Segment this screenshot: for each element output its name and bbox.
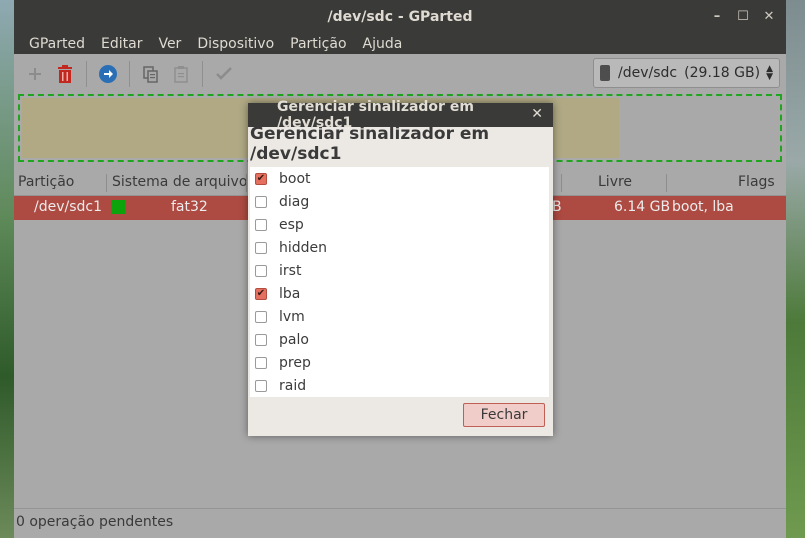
flag-item-esp[interactable]: esp <box>250 213 549 236</box>
dialog-title: Gerenciar sinalizador em /dev/sdc1 <box>277 99 474 131</box>
flag-item-prep[interactable]: prep <box>250 351 549 374</box>
cell-free: 6.14 GB <box>614 199 671 215</box>
flag-item-hidden[interactable]: hidden <box>250 236 549 259</box>
menu-dispositivo[interactable]: Dispositivo <box>189 36 282 52</box>
flag-item-boot[interactable]: ✔ boot <box>250 167 549 190</box>
cell-flags: boot, lba <box>672 199 734 215</box>
column-separator <box>561 174 562 192</box>
window-title: /dev/sdc - GParted <box>327 8 473 25</box>
flag-checkbox-boot[interactable]: ✔ <box>255 172 267 185</box>
cell-partition: /dev/sdc1 <box>34 199 103 215</box>
toolbar-separator <box>202 61 203 87</box>
flag-checkbox-raid[interactable] <box>255 379 267 392</box>
cell-used-tail: B <box>552 199 562 215</box>
flag-item-lvm[interactable]: lvm <box>250 305 549 328</box>
dialog-footer: Fechar <box>248 397 553 436</box>
flag-label: lba <box>279 285 301 302</box>
flag-label: boot <box>279 170 311 187</box>
column-separator <box>666 174 667 192</box>
menu-ver[interactable]: Ver <box>150 36 189 52</box>
flag-checkbox-prep[interactable] <box>255 356 267 369</box>
flag-checkbox-hidden[interactable] <box>255 241 267 254</box>
flag-item-raid[interactable]: raid <box>250 374 549 397</box>
flag-checkbox-lvm[interactable] <box>255 310 267 323</box>
flag-checkbox-lba[interactable]: ✔ <box>255 287 267 300</box>
column-header-filesystem[interactable]: Sistema de arquivos <box>112 174 255 190</box>
flag-label: prep <box>279 354 311 371</box>
flag-label: raid <box>279 377 307 394</box>
flag-checkbox-irst[interactable] <box>255 264 267 277</box>
menu-editar[interactable]: Editar <box>93 36 150 52</box>
column-separator <box>246 174 247 192</box>
flag-label: irst <box>279 262 302 279</box>
menu-particao[interactable]: Partição <box>282 36 354 52</box>
desktop-background-left <box>0 0 14 538</box>
minimize-icon[interactable]: – <box>710 9 724 24</box>
flag-item-diag[interactable]: diag <box>250 190 549 213</box>
flag-item-palo[interactable]: palo <box>250 328 549 351</box>
copy-icon <box>143 66 158 83</box>
menubar: GParted Editar Ver Dispositivo Partição … <box>14 33 786 54</box>
dialog-close-icon[interactable]: ✕ <box>531 106 543 122</box>
flag-label: diag <box>279 193 310 210</box>
toolbar: /dev/sdc (29.18 GB) ▲ ▼ <box>14 54 786 94</box>
apply-icon <box>216 67 232 80</box>
menu-ajuda[interactable]: Ajuda <box>355 36 411 52</box>
flag-checkbox-diag[interactable] <box>255 195 267 208</box>
toolbar-separator <box>129 61 130 87</box>
desktop-background-right <box>785 0 805 538</box>
column-separator <box>106 174 107 192</box>
flag-item-irst[interactable]: irst <box>250 259 549 282</box>
menu-gparted[interactable]: GParted <box>21 36 93 52</box>
copy-button[interactable] <box>136 59 166 89</box>
dialog-heading: Gerenciar sinalizador em /dev/sdc1 <box>248 124 553 164</box>
dialog-titlebar: Gerenciar sinalizador em /dev/sdc1 ✕ <box>248 99 553 131</box>
close-button[interactable]: Fechar <box>463 403 545 427</box>
flag-label: palo <box>279 331 309 348</box>
flag-checkbox-esp[interactable] <box>255 218 267 231</box>
device-size: (29.18 GB) <box>684 65 761 81</box>
manage-flags-dialog: Gerenciar sinalizador em /dev/sdc1 ✕ Ger… <box>248 99 553 436</box>
device-name: /dev/sdc <box>618 65 678 81</box>
column-header-partition[interactable]: Partição <box>18 174 74 190</box>
flag-label: lvm <box>279 308 305 325</box>
filesystem-color-swatch <box>111 200 125 214</box>
resize-move-button[interactable] <box>93 59 123 89</box>
flag-label: hidden <box>279 239 328 256</box>
delete-partition-button[interactable] <box>50 59 80 89</box>
status-bar: 0 operação pendentes <box>14 508 786 538</box>
chevron-updown-icon: ▲ ▼ <box>766 64 773 82</box>
flag-list: ✔ boot diag esp hidden irst ✔ lba lvm palo prep rai… <box>250 167 549 397</box>
resize-move-icon <box>99 65 117 83</box>
maximize-icon[interactable]: ☐ <box>736 9 750 24</box>
window-controls: – ☐ ✕ <box>710 9 776 24</box>
paste-icon <box>174 66 188 83</box>
window-titlebar: /dev/sdc - GParted – ☐ ✕ <box>14 0 786 33</box>
flag-checkbox-palo[interactable] <box>255 333 267 346</box>
column-header-free[interactable]: Livre <box>598 174 632 190</box>
new-icon <box>29 68 41 80</box>
new-partition-button[interactable] <box>20 59 50 89</box>
toolbar-separator <box>86 61 87 87</box>
device-selector[interactable]: /dev/sdc (29.18 GB) ▲ ▼ <box>593 58 780 88</box>
close-icon[interactable]: ✕ <box>762 9 776 24</box>
flag-item-lba[interactable]: ✔ lba <box>250 282 549 305</box>
cell-filesystem: fat32 <box>171 199 208 215</box>
paste-button[interactable] <box>166 59 196 89</box>
apply-button[interactable] <box>209 59 239 89</box>
column-header-flags[interactable]: Flags <box>738 174 775 190</box>
pending-operations-text: 0 operação pendentes <box>16 514 174 530</box>
delete-icon <box>58 65 72 83</box>
flag-label: esp <box>279 216 304 233</box>
disk-icon <box>600 65 610 81</box>
